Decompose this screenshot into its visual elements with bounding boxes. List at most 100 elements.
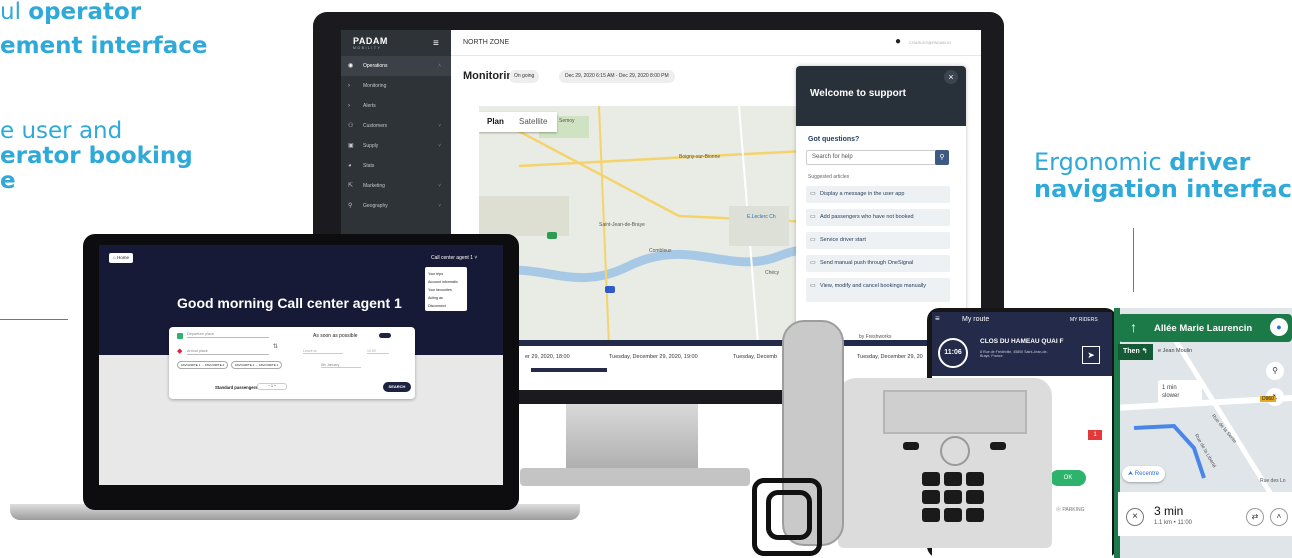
search-placeholder: Search for help bbox=[812, 154, 853, 160]
hamburger-icon[interactable]: ≡ bbox=[433, 38, 439, 49]
stop-card[interactable]: 11:06 CLOS DU HAMEAU QUAI F 8 Rue de Fré… bbox=[932, 328, 1112, 376]
user-email[interactable]: CHARLES@PADAM.IO bbox=[909, 40, 951, 45]
menu-item[interactable]: Account informatio bbox=[428, 278, 464, 286]
menu-item[interactable]: Your trips bbox=[428, 270, 464, 278]
placeholder: Arrival place bbox=[187, 349, 208, 353]
ok-button[interactable]: OK bbox=[1050, 470, 1086, 486]
vehicle-marker[interactable] bbox=[605, 286, 615, 293]
support-search-input[interactable]: Search for help bbox=[806, 150, 940, 165]
chevron-right-icon: › bbox=[348, 83, 350, 89]
map-label: Saint-Jean-de-Braye bbox=[599, 222, 645, 228]
date-input[interactable]: 8th January bbox=[321, 363, 361, 368]
agent-menu-toggle[interactable]: Call center agent 1 ˅ bbox=[431, 255, 477, 261]
home-button[interactable]: ⌂ Home bbox=[109, 253, 133, 263]
then-instruction: Then ↰ bbox=[1118, 344, 1153, 360]
arrow-up-icon: ↑ bbox=[1130, 319, 1137, 335]
phone-key bbox=[903, 442, 919, 450]
sidebar-item-alerts[interactable]: › Alerts bbox=[341, 96, 451, 116]
search-button[interactable]: SEARCH bbox=[383, 382, 411, 392]
sidebar-item-stats[interactable]: ◕ Stats bbox=[341, 156, 451, 176]
caption-text-bold: driver bbox=[1169, 148, 1251, 176]
stop-time: 11:06 bbox=[938, 338, 968, 368]
navigation-app: ↑ Allée Marie Laurencin ● Then ↰ e Jean … bbox=[1114, 308, 1292, 558]
sidebar-item-marketing[interactable]: ⇱ Marketing ˅ bbox=[341, 176, 451, 196]
article-link[interactable]: ▭ Add passengers who have not booked bbox=[806, 209, 950, 226]
asap-toggle[interactable] bbox=[379, 333, 391, 338]
key bbox=[966, 508, 984, 522]
passenger-stepper[interactable]: − 1 + bbox=[257, 383, 287, 390]
article-icon: ▭ bbox=[810, 191, 816, 197]
menu-icon[interactable]: ≡ bbox=[935, 314, 940, 323]
asap-label: As soon as possible bbox=[313, 333, 358, 339]
article-link[interactable]: ▭ Service driver start bbox=[806, 232, 950, 249]
favourite-chip[interactable]: FAVOURITE 2 → FAVOURITE 1 bbox=[231, 361, 283, 369]
caption-text: ul bbox=[0, 0, 29, 25]
street-name: Allée Marie Laurencin bbox=[1154, 323, 1253, 334]
keypad bbox=[922, 472, 988, 542]
sidebar-item-label: Supply bbox=[363, 143, 379, 149]
caption-divider bbox=[1133, 228, 1134, 292]
map-label: Semoy bbox=[559, 118, 575, 124]
sidebar-item-monitoring[interactable]: › Monitoring bbox=[341, 76, 451, 96]
map-label: Boigny-sur-Bionne bbox=[679, 154, 721, 160]
status-badge: On going bbox=[509, 70, 540, 83]
sidebar-item-operations[interactable]: ◉ Operations ˄ bbox=[341, 56, 451, 76]
close-button[interactable]: × bbox=[944, 70, 958, 84]
logo-text: PADAM bbox=[353, 36, 388, 46]
menu-item[interactable]: Your favourites bbox=[428, 286, 464, 294]
route-options-icon[interactable]: ⇄ bbox=[1246, 508, 1264, 526]
departure-input[interactable]: Departure place bbox=[187, 332, 269, 338]
sidebar-item-label: Monitoring bbox=[363, 83, 387, 89]
recenter-button[interactable]: ⮝ Recentre bbox=[1122, 466, 1166, 482]
sidebar-item-supply[interactable]: ▣ Supply ˅ bbox=[341, 136, 451, 156]
support-header: Welcome to support × bbox=[796, 66, 966, 126]
zone-label[interactable]: NORTH ZONE bbox=[463, 39, 509, 46]
timeline-label: Tuesday, December 29, 20 bbox=[857, 354, 923, 360]
close-navigation-button[interactable]: × bbox=[1126, 508, 1144, 526]
arrival-input[interactable]: Arrival place bbox=[187, 349, 269, 355]
sidebar-item-label: Operations bbox=[363, 63, 388, 69]
key bbox=[944, 472, 962, 486]
phone-nav-ring bbox=[940, 436, 970, 466]
stop-address: 8 Rue de Frédéville, 45800 Saint-Jean-de… bbox=[980, 350, 1048, 358]
stop-name: CLOS DU HAMEAU QUAI F bbox=[980, 338, 1064, 345]
search-icon[interactable]: ⚲ bbox=[935, 150, 949, 165]
recenter-label: Recentre bbox=[1134, 471, 1160, 477]
road-tag: D960 bbox=[1260, 396, 1276, 402]
riders-tab[interactable]: MY RIDERS bbox=[1070, 317, 1098, 323]
sidebar-item-customers[interactable]: ⚇ Customers ˅ bbox=[341, 116, 451, 136]
key bbox=[922, 508, 940, 522]
vehicle-marker[interactable] bbox=[547, 232, 557, 239]
support-title: Welcome to support bbox=[810, 88, 906, 99]
leave-at-select[interactable]: Leave at bbox=[303, 349, 343, 354]
menu-item[interactable]: Disconnect bbox=[428, 302, 464, 310]
monitor-stand bbox=[566, 404, 698, 478]
sidebar-item-label: Stats bbox=[363, 163, 375, 169]
caption-text: e user and bbox=[0, 118, 123, 144]
swap-icon[interactable]: ⇅ bbox=[273, 343, 278, 350]
search-icon[interactable]: ⚲ bbox=[1266, 362, 1284, 380]
user-icon[interactable]: ● bbox=[895, 36, 901, 47]
greeting: Good morning Call center agent 1 bbox=[177, 295, 402, 311]
navigate-icon[interactable]: ➤ bbox=[1082, 346, 1100, 364]
then-street: e Jean Moulin bbox=[1158, 348, 1193, 354]
key bbox=[922, 472, 940, 486]
sidebar-item-geography[interactable]: ⚲ Geography ˅ bbox=[341, 196, 451, 216]
time-input[interactable]: 10:00 bbox=[367, 349, 389, 354]
timeline-label: Tuesday, Decemb bbox=[733, 354, 778, 360]
pin-icon: ⚲ bbox=[348, 203, 353, 209]
map-tab-satellite[interactable]: Satellite bbox=[519, 117, 547, 126]
date-range-picker[interactable]: Dec 29, 2020 6:15 AM - Dec 29, 2020 8:00… bbox=[559, 70, 675, 83]
article-link[interactable]: ▭ Display a message in the user app bbox=[806, 186, 950, 203]
key bbox=[944, 508, 962, 522]
article-link[interactable]: ▭ Send manual push through OneSignal bbox=[806, 255, 950, 272]
mic-icon[interactable]: ● bbox=[1270, 318, 1288, 336]
article-link[interactable]: ▭ View, modify and cancel bookings manual… bbox=[806, 278, 950, 302]
then-label: Then bbox=[1123, 348, 1140, 355]
road-label: Rue des Lo bbox=[1260, 478, 1286, 484]
map-tab-plan[interactable]: Plan bbox=[487, 117, 504, 126]
expand-icon[interactable]: ˄ bbox=[1270, 508, 1288, 526]
favourite-chip[interactable]: FAVOURITE 1 → FAVOURITE 2 bbox=[177, 361, 229, 369]
menu-item[interactable]: Acting as bbox=[428, 294, 464, 302]
article-icon: ▭ bbox=[810, 283, 816, 289]
